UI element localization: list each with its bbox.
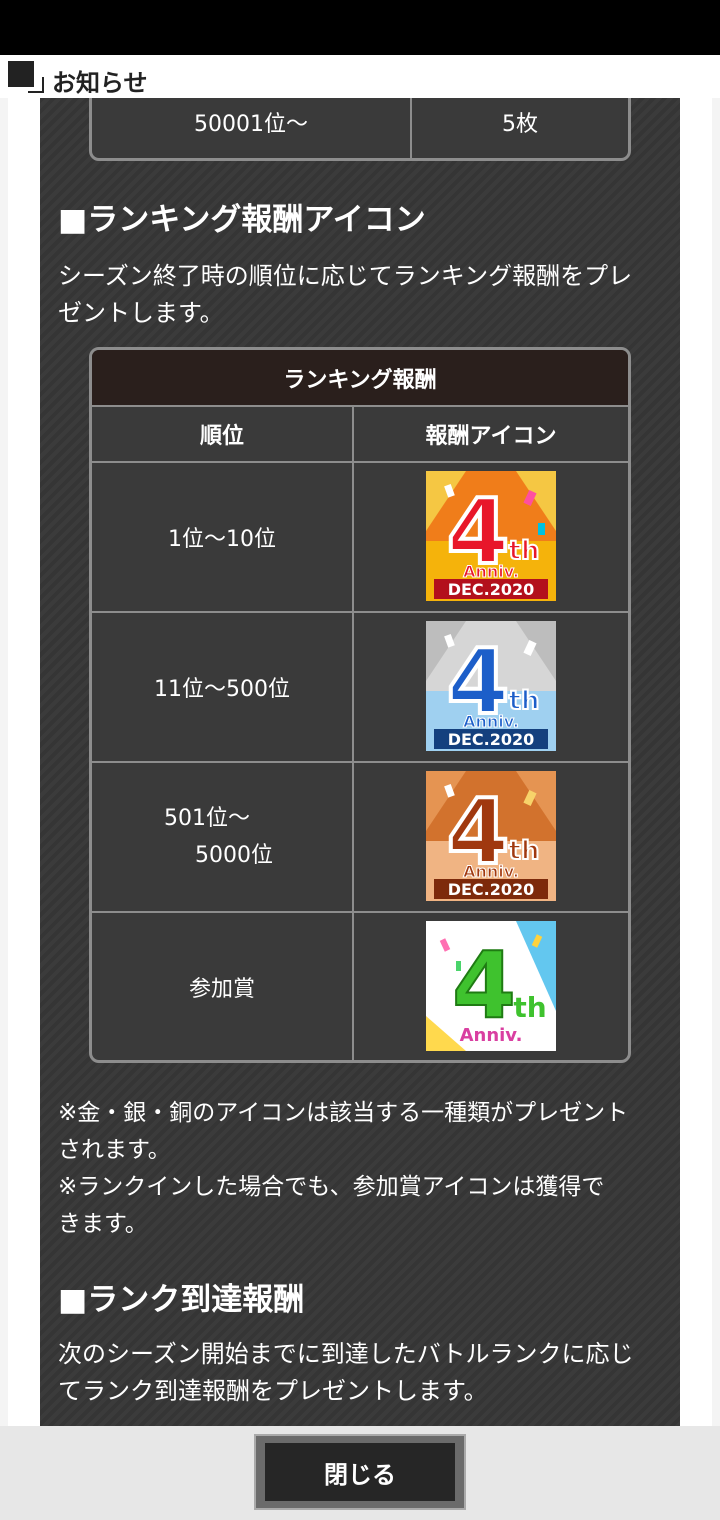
ranking-icon-heading: ■ランキング報酬アイコン — [58, 202, 426, 238]
column-header-icon: 報酬アイコン — [425, 424, 557, 449]
window-icon-bracket — [28, 77, 44, 93]
right-margin — [680, 98, 712, 1426]
svg-text:Anniv.: Anniv. — [463, 862, 519, 881]
svg-text:DEC.2020: DEC.2020 — [448, 880, 535, 899]
status-bar — [0, 0, 720, 55]
rank-desc-line-1: 次のシーズン開始までに到達したバトルランクに応じ — [58, 1340, 634, 1368]
rank-achievement-heading: ■ランク到達報酬 — [58, 1282, 305, 1318]
notice-content-panel: 50001位～ 5枚 ■ランキング報酬アイコン シーズン終了時の順位に応じてラン… — [40, 98, 680, 1426]
top-table-reward-cell: 5枚 — [502, 111, 538, 137]
rank-cell-3: 501位～ 5000位 — [92, 763, 352, 911]
rank-achievement-description: 次のシーズン開始までに到達したバトルランクに応じ てランク到達報酬をプレゼントし… — [58, 1336, 634, 1410]
desc-line-2: ゼントします。 — [58, 299, 224, 327]
notes-text: ※金・銀・銅のアイコンは該当する一種類がプレゼント されます。 ※ランクインした… — [58, 1095, 628, 1243]
column-header-rank: 順位 — [199, 424, 244, 449]
close-button-label: 閉じる — [265, 1443, 455, 1501]
ranking-reward-table: ランキング報酬 順位 報酬アイコン 1位～10位 4 th Anniv. DEC… — [89, 347, 631, 1063]
svg-text:DEC.2020: DEC.2020 — [448, 580, 535, 599]
notice-scroll-area[interactable]: 50001位～ 5枚 ■ランキング報酬アイコン シーズン終了時の順位に応じてラン… — [0, 98, 720, 1426]
left-margin — [8, 98, 40, 1426]
gold-4th-anniv-icon: 4 th Anniv. DEC.2020 — [426, 471, 556, 601]
note-line-4: きます。 — [58, 1211, 148, 1237]
rank-cell-1: 1位～10位 — [168, 527, 276, 552]
svg-text:4: 4 — [452, 932, 516, 1039]
svg-text:DEC.2020: DEC.2020 — [448, 730, 535, 749]
desc-line-1: シーズン終了時の順位に応じてランキング報酬をプレ — [58, 262, 633, 290]
window-titlebar: お知らせ — [0, 55, 720, 98]
rank-cell-3-line-2: 5000位 — [195, 843, 273, 868]
window-title: お知らせ — [52, 69, 148, 97]
rank-desc-line-2: てランク到達報酬をプレゼントします。 — [58, 1377, 488, 1405]
ranking-table-title: ランキング報酬 — [92, 350, 628, 405]
bronze-4th-anniv-icon: 4 th Anniv. DEC.2020 — [426, 771, 556, 901]
note-line-1: ※金・銀・銅のアイコンは該当する一種類がプレゼント — [58, 1100, 629, 1126]
svg-text:Anniv.: Anniv. — [463, 562, 519, 581]
participation-4th-anniv-icon: 4 th Anniv. — [426, 921, 556, 1051]
top-table-rank-cell: 50001位～ — [194, 111, 308, 137]
rank-cell-4: 参加賞 — [188, 976, 255, 1002]
svg-text:Anniv.: Anniv. — [463, 712, 519, 731]
note-line-3: ※ランクインした場合でも、参加賞アイコンは獲得で — [58, 1174, 605, 1200]
ranking-icon-description: シーズン終了時の順位に応じてランキング報酬をプレ ゼントします。 — [58, 258, 632, 332]
close-button[interactable]: 閉じる — [254, 1434, 466, 1510]
svg-text:Anniv.: Anniv. — [460, 1025, 523, 1046]
rank-cell-3-line-1: 501位～ — [164, 806, 250, 831]
silver-4th-anniv-icon: 4 th Anniv. DEC.2020 — [426, 621, 556, 751]
svg-text:th: th — [513, 991, 546, 1024]
top-reward-table: 50001位～ 5枚 — [89, 98, 631, 161]
rank-cell-2: 11位～500位 — [154, 677, 290, 702]
note-line-2: されます。 — [58, 1137, 171, 1163]
